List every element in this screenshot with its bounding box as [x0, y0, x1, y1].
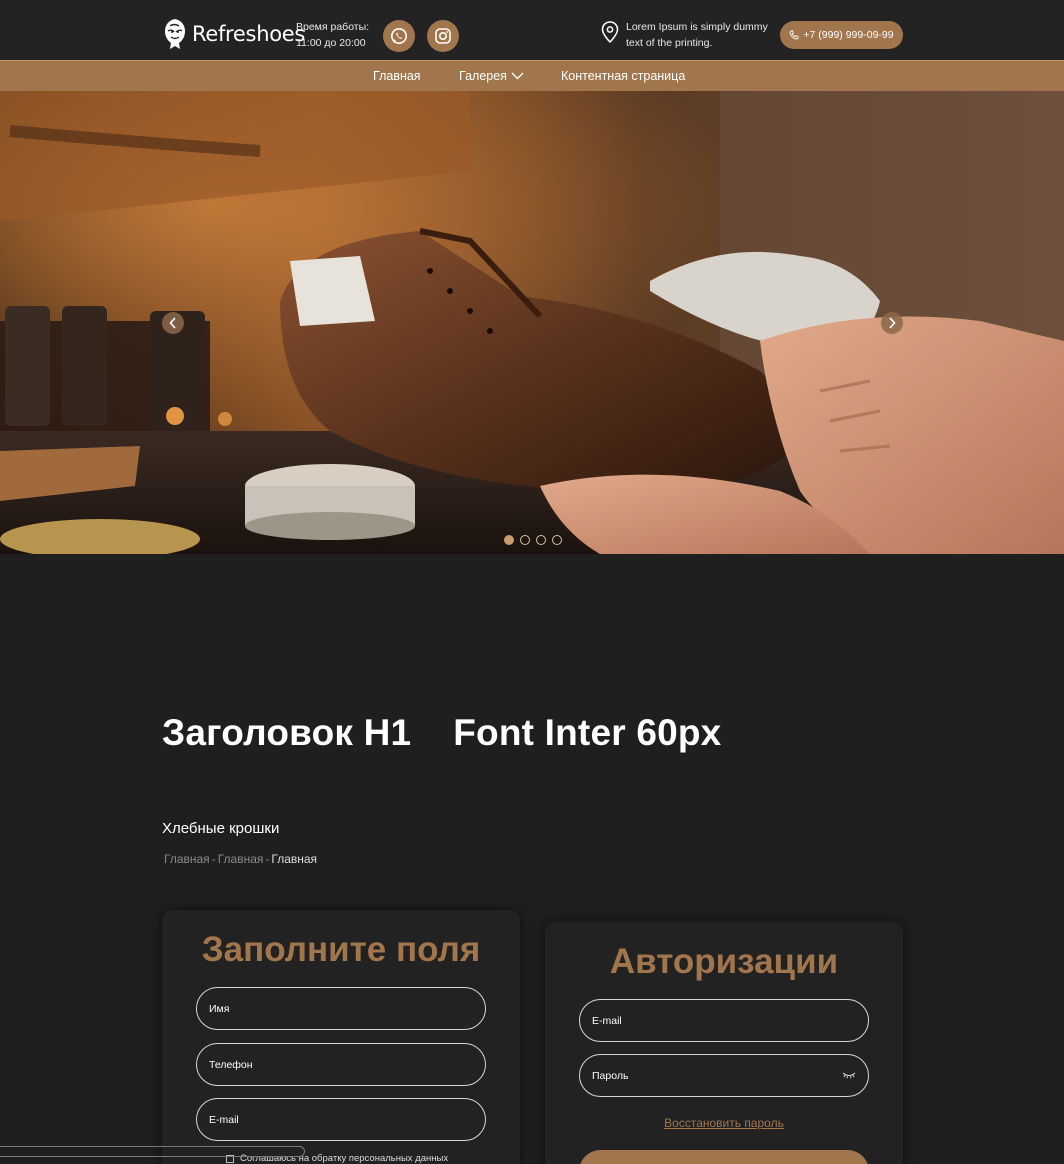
slider-dot[interactable] — [520, 535, 530, 545]
auth-email-placeholder: E-mail — [592, 1014, 622, 1027]
password-placeholder: Пароль — [592, 1069, 629, 1082]
slider-dot[interactable] — [504, 535, 514, 545]
breadcrumb-separator: - — [211, 852, 216, 866]
address: Lorem Ipsum is simply dummy text of the … — [600, 20, 776, 51]
nav-item-label: Контентная страница — [561, 69, 686, 83]
breadcrumb: Главная - Главная - Главная — [164, 852, 317, 866]
name-field[interactable]: Имя — [196, 987, 486, 1030]
whatsapp-button[interactable] — [383, 20, 415, 52]
auth-form-card: Авторизации E-mail Пароль Восстановить п… — [545, 922, 903, 1164]
page-title: Заголовок H1 Font Inter 60px — [162, 712, 722, 753]
phone-placeholder: Телефон — [209, 1058, 253, 1071]
password-field[interactable]: Пароль — [579, 1054, 869, 1097]
location-pin-icon — [601, 21, 619, 44]
hero-image — [0, 91, 1064, 554]
nav-item-content-page[interactable]: Контентная страница — [561, 69, 685, 83]
nav-item-home[interactable]: Главная — [373, 69, 421, 83]
chevron-down-icon — [511, 72, 524, 80]
instagram-icon — [435, 28, 451, 44]
logo-text: Refreshoes — [192, 22, 306, 46]
restore-password-link[interactable]: Восстановить пароль — [545, 1116, 903, 1130]
slider-dots — [504, 535, 562, 545]
address-line-2: text of the printing. — [626, 36, 713, 49]
slider-next-button[interactable] — [881, 312, 903, 334]
contact-form-card: Заполните поля Имя Телефон E-mail Соглаш… — [162, 910, 520, 1164]
working-hours: Время работы: 11:00 до 20:00 — [296, 20, 369, 51]
logo[interactable]: Refreshoes — [162, 17, 305, 51]
chevron-right-icon — [889, 317, 896, 329]
auth-form-title: Авторизации — [609, 942, 839, 981]
lion-logo-icon — [165, 19, 185, 49]
login-button[interactable] — [579, 1150, 869, 1164]
email-field[interactable]: E-mail — [196, 1098, 486, 1141]
slider-dot[interactable] — [552, 535, 562, 545]
phone-field[interactable]: Телефон — [196, 1043, 486, 1086]
nav-item-label: Галерея — [459, 69, 507, 83]
nav-item-label: Главная — [373, 69, 421, 83]
eye-closed-icon[interactable] — [842, 1070, 856, 1080]
phone-button[interactable]: +7 (999) 999-09-99 — [780, 21, 903, 49]
address-line-1: Lorem Ipsum is simply dummy — [626, 21, 768, 33]
hero-slider — [0, 91, 1064, 554]
contact-form-title: Заполните поля — [201, 930, 481, 969]
breadcrumb-current: Главная — [271, 852, 318, 866]
slider-prev-button[interactable] — [162, 312, 184, 334]
breadcrumbs-heading: Хлебные крошки — [162, 820, 280, 837]
phone-number: +7 (999) 999-09-99 — [803, 29, 894, 41]
name-placeholder: Имя — [209, 1002, 230, 1015]
phone-icon — [789, 30, 799, 40]
main-nav: Главная Галерея Контентная страница — [0, 60, 1064, 91]
chevron-left-icon — [169, 317, 176, 329]
top-bar: Refreshoes Время работы: 11:00 до 20:00 … — [0, 0, 1064, 60]
hours-label: Время работы: — [296, 21, 370, 33]
auth-email-field[interactable]: E-mail — [579, 999, 869, 1042]
breadcrumb-item[interactable]: Главная — [164, 852, 210, 866]
hours-value: 11:00 до 20:00 — [296, 36, 366, 49]
breadcrumb-separator: - — [265, 852, 270, 866]
email-placeholder: E-mail — [209, 1113, 239, 1126]
whatsapp-icon — [391, 28, 407, 44]
instagram-button[interactable] — [427, 20, 459, 52]
nav-item-gallery[interactable]: Галерея — [459, 69, 524, 83]
cookie-bar-edge — [0, 1146, 305, 1157]
slider-dot[interactable] — [536, 535, 546, 545]
breadcrumb-item[interactable]: Главная — [218, 852, 264, 866]
